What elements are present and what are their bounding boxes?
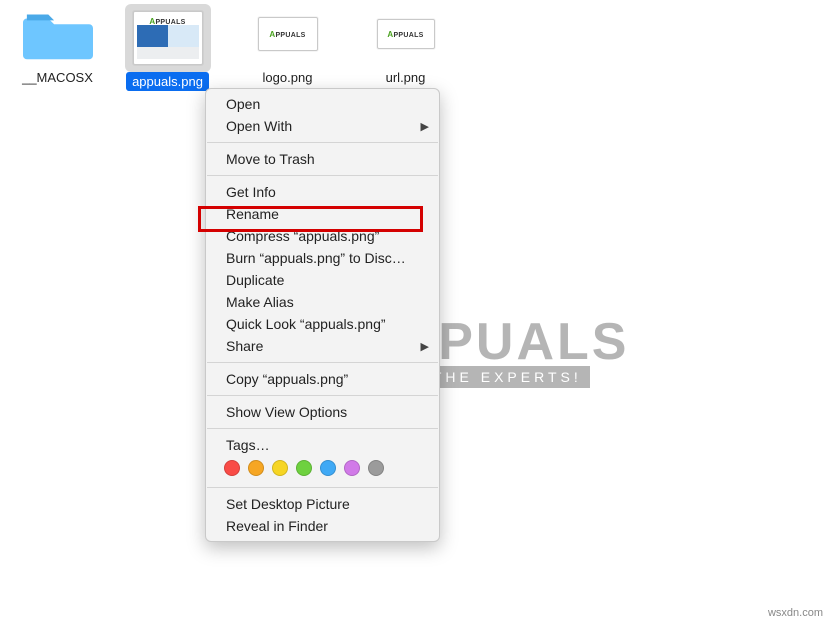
image-thumbnail-icon: APPUALS xyxy=(133,11,203,65)
menu-open-with[interactable]: Open With ▶ xyxy=(206,115,439,137)
context-menu: Open Open With ▶ Move to Trash Get Info … xyxy=(205,88,440,542)
menu-set-desktop-picture[interactable]: Set Desktop Picture xyxy=(206,493,439,515)
menu-reveal-in-finder[interactable]: Reveal in Finder xyxy=(206,515,439,537)
credit-text: wsxdn.com xyxy=(768,607,823,619)
file-label: url.png xyxy=(380,68,432,87)
menu-label: Open With xyxy=(226,118,292,134)
tag-color-dot[interactable] xyxy=(248,460,264,476)
tag-color-dot[interactable] xyxy=(320,460,336,476)
folder-icon xyxy=(23,4,93,64)
image-thumbnail-icon: APPUALS xyxy=(258,17,318,51)
menu-get-info[interactable]: Get Info xyxy=(206,181,439,203)
menu-label: Share xyxy=(226,338,263,354)
tag-color-dot[interactable] xyxy=(368,460,384,476)
image-thumbnail-icon: APPUALS xyxy=(377,19,435,49)
menu-duplicate[interactable]: Duplicate xyxy=(206,269,439,291)
menu-separator xyxy=(207,362,438,363)
menu-compress[interactable]: Compress “appuals.png” xyxy=(206,225,439,247)
file-item-folder[interactable]: __MACOSX xyxy=(10,4,105,87)
tag-color-dot[interactable] xyxy=(296,460,312,476)
file-label: logo.png xyxy=(257,68,319,87)
menu-share[interactable]: Share ▶ xyxy=(206,335,439,357)
menu-copy[interactable]: Copy “appuals.png” xyxy=(206,368,439,390)
menu-burn-to-disc[interactable]: Burn “appuals.png” to Disc… xyxy=(206,247,439,269)
menu-separator xyxy=(207,175,438,176)
menu-separator xyxy=(207,142,438,143)
menu-rename[interactable]: Rename xyxy=(206,203,439,225)
file-item-logo[interactable]: APPUALS logo.png xyxy=(240,4,335,87)
chevron-right-icon: ▶ xyxy=(421,120,429,133)
file-item-appuals[interactable]: APPUALS appuals.png xyxy=(120,4,215,91)
menu-show-view-options[interactable]: Show View Options xyxy=(206,401,439,423)
tag-color-dot[interactable] xyxy=(224,460,240,476)
menu-separator xyxy=(207,395,438,396)
menu-separator xyxy=(207,428,438,429)
file-item-url[interactable]: APPUALS url.png xyxy=(358,4,453,87)
menu-quick-look[interactable]: Quick Look “appuals.png” xyxy=(206,313,439,335)
finder-desktop: __MACOSX APPUALS appuals.png APPUALS l xyxy=(0,0,831,623)
menu-make-alias[interactable]: Make Alias xyxy=(206,291,439,313)
chevron-right-icon: ▶ xyxy=(421,340,429,353)
file-label: appuals.png xyxy=(126,72,209,91)
tag-color-dot[interactable] xyxy=(344,460,360,476)
menu-tags[interactable]: Tags… xyxy=(206,434,439,456)
file-label: __MACOSX xyxy=(16,68,99,87)
menu-separator xyxy=(207,487,438,488)
tags-row xyxy=(206,456,439,482)
menu-move-to-trash[interactable]: Move to Trash xyxy=(206,148,439,170)
menu-open[interactable]: Open xyxy=(206,93,439,115)
tag-color-dot[interactable] xyxy=(272,460,288,476)
